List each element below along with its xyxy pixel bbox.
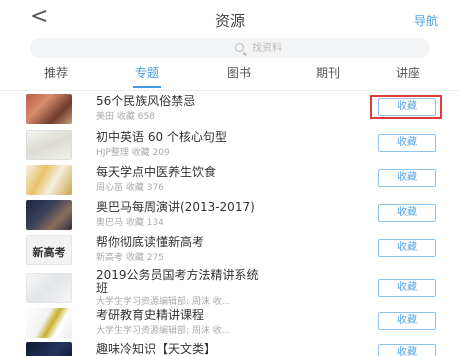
item-title: 奥巴马每周演讲(2013-2017) — [96, 200, 255, 214]
thumbnail-image: 新高考 — [26, 235, 72, 265]
list-item[interactable]: 2019公务员国考方法精讲系统 班 大学生学习资源编辑部: 周沫 收... 收藏 — [0, 266, 460, 310]
highlight-annotation — [370, 95, 442, 119]
tab-lectures[interactable]: 讲座 — [378, 64, 438, 81]
list-item[interactable]: 趣味冷知识【天文类】 收藏 — [0, 340, 460, 356]
thumbnail-image — [26, 94, 72, 124]
nav-link[interactable]: 导航 — [414, 12, 438, 29]
list-item[interactable]: 每天学点中医养生饮食 周心苗 收藏 376 收藏 — [0, 163, 460, 195]
favorite-button[interactable]: 收藏 — [378, 239, 436, 257]
search-bar[interactable] — [30, 38, 430, 58]
list-item[interactable]: 考研教育史精讲课程 大学生学习资源编辑部: 周沫 收... 收藏 — [0, 306, 460, 338]
list-item[interactable]: 初中英语 60 个核心句型 HJP整理 收藏 209 收藏 — [0, 128, 460, 160]
search-input[interactable] — [252, 41, 372, 55]
thumbnail-image — [26, 165, 72, 195]
thumbnail-label: 新高考 — [32, 246, 66, 259]
list-item[interactable]: 新高考 帮你彻底读懂新高考 新高考 收藏 275 收藏 — [0, 233, 460, 265]
favorite-button[interactable]: 收藏 — [378, 169, 436, 187]
tab-journals[interactable]: 期刊 — [298, 64, 358, 81]
search-icon — [235, 43, 244, 52]
item-meta: 大学生学习资源编辑部: 周沫 收... — [96, 326, 231, 336]
item-meta: 奥巴马 收藏 134 — [96, 218, 164, 228]
favorite-button[interactable]: 收藏 — [378, 312, 436, 330]
thumbnail-image — [26, 200, 72, 230]
item-meta: 周心苗 收藏 376 — [96, 183, 164, 193]
favorite-button[interactable]: 收藏 — [378, 204, 436, 222]
divider — [0, 90, 460, 91]
item-title: 2019公务员国考方法精讲系统 — [96, 268, 259, 282]
thumbnail-image — [26, 273, 72, 303]
page-title: 资源 — [214, 12, 245, 30]
item-title: 趣味冷知识【天文类】 — [96, 342, 217, 356]
favorite-button[interactable]: 收藏 — [378, 279, 436, 297]
thumbnail-image — [26, 308, 72, 338]
favorite-button[interactable]: 收藏 — [378, 134, 436, 152]
active-tab-indicator — [133, 86, 161, 88]
thumbnail-image — [26, 342, 72, 356]
item-title: 考研教育史精讲课程 — [96, 308, 205, 322]
tab-books[interactable]: 图书 — [209, 64, 269, 81]
item-meta: 新高考 收藏 275 — [96, 253, 164, 263]
item-title: 56个民族风俗禁忌 — [96, 94, 196, 108]
item-title: 每天学点中医养生饮食 — [96, 165, 217, 179]
item-title: 初中英语 60 个核心句型 — [96, 130, 227, 144]
tab-bar: 推荐 专题 图书 期刊 讲座 — [0, 64, 460, 88]
favorite-button[interactable]: 收藏 — [378, 344, 436, 356]
list-item[interactable]: 奥巴马每周演讲(2013-2017) 奥巴马 收藏 134 收藏 — [0, 198, 460, 230]
header: < 资源 导航 — [0, 0, 460, 38]
item-meta: HJP整理 收藏 209 — [96, 148, 170, 158]
tab-topics[interactable]: 专题 — [117, 64, 177, 81]
item-meta: 美田 收藏 658 — [96, 112, 155, 122]
tab-recommend[interactable]: 推荐 — [26, 64, 86, 81]
thumbnail-image — [26, 130, 72, 160]
item-title: 帮你彻底读懂新高考 — [96, 235, 205, 249]
